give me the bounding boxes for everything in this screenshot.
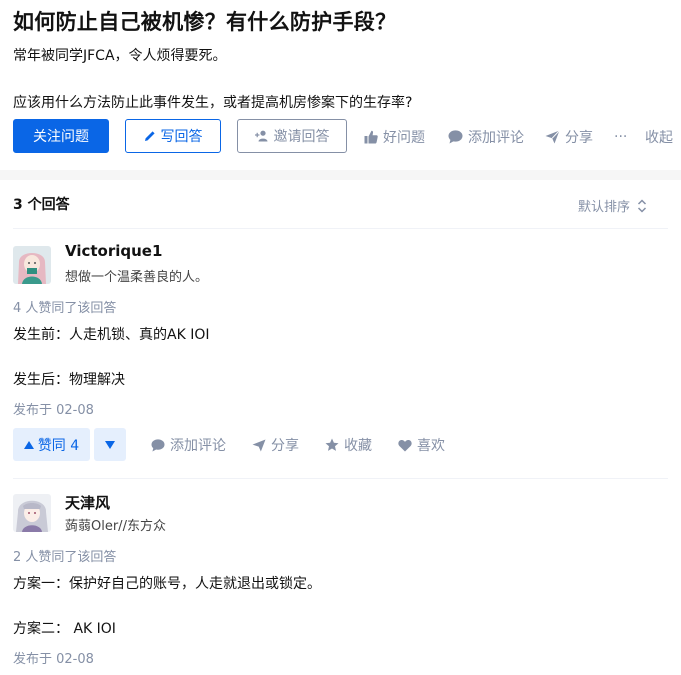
list-header-divider bbox=[13, 228, 668, 229]
write-answer-label: 写回答 bbox=[160, 129, 203, 145]
answer-share-button[interactable]: 分享 bbox=[252, 435, 299, 455]
answer-collect-button[interactable]: 收藏 bbox=[325, 435, 372, 455]
collapse-label: 收起 bbox=[645, 130, 673, 146]
question-header: 如何防止自己被机惨？有什么防护手段？ 常年被同学JFCA，令人烦得要死。 应该用… bbox=[0, 0, 681, 172]
question-description-line2: 应该用什么方法防止此事件发生，或者提高机房惨案下的生存率? bbox=[13, 95, 413, 111]
answer-content-line: 发生前：人走机锁、真的AK IOI bbox=[13, 327, 210, 343]
good-question-label: 好问题 bbox=[383, 130, 425, 146]
answer-content-line: 方案一：保护好自己的账号，人走就退出或锁定。 bbox=[13, 576, 321, 592]
answer-comment-button[interactable]: 添加评论 bbox=[151, 435, 226, 455]
answer-comment-label: 添加评论 bbox=[170, 438, 226, 454]
answers-list-header: 3 个回答 默认排序 bbox=[0, 180, 681, 228]
down-triangle-icon bbox=[105, 440, 115, 449]
sort-label: 默认排序 bbox=[578, 200, 631, 215]
sort-chevrons-icon bbox=[637, 198, 647, 213]
more-button[interactable]: ··· bbox=[614, 127, 627, 147]
sort-dropdown[interactable]: 默认排序 bbox=[578, 196, 647, 215]
add-comment-label: 添加评论 bbox=[468, 130, 524, 146]
share-icon bbox=[252, 438, 266, 452]
upvote-label: 赞同 4 bbox=[37, 437, 80, 454]
answer-like-button[interactable]: 喜欢 bbox=[398, 435, 445, 455]
add-user-icon bbox=[254, 130, 267, 142]
heart-icon bbox=[398, 439, 412, 451]
comment-icon bbox=[448, 130, 463, 144]
star-icon bbox=[325, 438, 339, 451]
answer-votes-text: 4 人赞同了该回答 bbox=[13, 301, 117, 316]
share-icon bbox=[545, 130, 560, 144]
question-title: 如何防止自己被机惨？有什么防护手段？ bbox=[13, 10, 397, 34]
thumbs-up-icon bbox=[364, 130, 378, 144]
downvote-button[interactable] bbox=[94, 428, 126, 461]
add-comment-button[interactable]: 添加评论 bbox=[448, 127, 524, 147]
answer-share-label: 分享 bbox=[271, 438, 299, 454]
more-label: ··· bbox=[614, 129, 628, 145]
avatar[interactable] bbox=[13, 494, 51, 532]
upvote-button[interactable]: 赞同 4 bbox=[13, 428, 90, 461]
collapse-button[interactable]: 收起 bbox=[645, 127, 673, 147]
answer-author-name[interactable]: Victorique1 bbox=[65, 242, 162, 260]
answer-count: 3 个回答 bbox=[13, 197, 70, 213]
question-description-line1: 常年被同学JFCA，令人烦得要死。 bbox=[13, 48, 227, 64]
answer-collect-label: 收藏 bbox=[344, 438, 372, 454]
comment-icon bbox=[151, 438, 165, 452]
avatar-image-icon bbox=[13, 494, 51, 532]
answer-content-line: 发生后：物理解决 bbox=[13, 372, 125, 388]
answer-votes-text: 2 人赞同了该回答 bbox=[13, 550, 117, 565]
follow-question-button[interactable]: 关注问题 bbox=[13, 119, 109, 153]
good-question-button[interactable]: 好问题 bbox=[364, 127, 425, 147]
answer-author-name[interactable]: 天津风 bbox=[65, 492, 110, 513]
avatar-image-icon bbox=[13, 246, 51, 284]
share-button[interactable]: 分享 bbox=[545, 127, 593, 147]
invite-answer-label: 邀请回答 bbox=[273, 129, 330, 145]
answer-like-label: 喜欢 bbox=[417, 438, 445, 454]
answer-content-line: 方案二： AK IOI bbox=[13, 621, 116, 637]
answer-date[interactable]: 发布于 02-08 bbox=[13, 648, 94, 667]
answer-author-bio: 想做一个温柔善良的人。 bbox=[65, 270, 209, 285]
invite-answer-button[interactable]: 邀请回答 bbox=[237, 119, 347, 153]
answer-date[interactable]: 发布于 02-08 bbox=[13, 399, 94, 418]
share-label: 分享 bbox=[565, 130, 593, 146]
up-triangle-icon bbox=[23, 440, 34, 449]
pen-icon bbox=[144, 131, 155, 141]
follow-question-label: 关注问题 bbox=[33, 129, 89, 145]
write-answer-button[interactable]: 写回答 bbox=[125, 119, 221, 153]
answer-author-bio: 蒟蒻Oler//东方众 bbox=[65, 519, 166, 534]
avatar[interactable] bbox=[13, 246, 51, 284]
answer-divider bbox=[13, 478, 668, 479]
section-divider bbox=[0, 170, 681, 180]
